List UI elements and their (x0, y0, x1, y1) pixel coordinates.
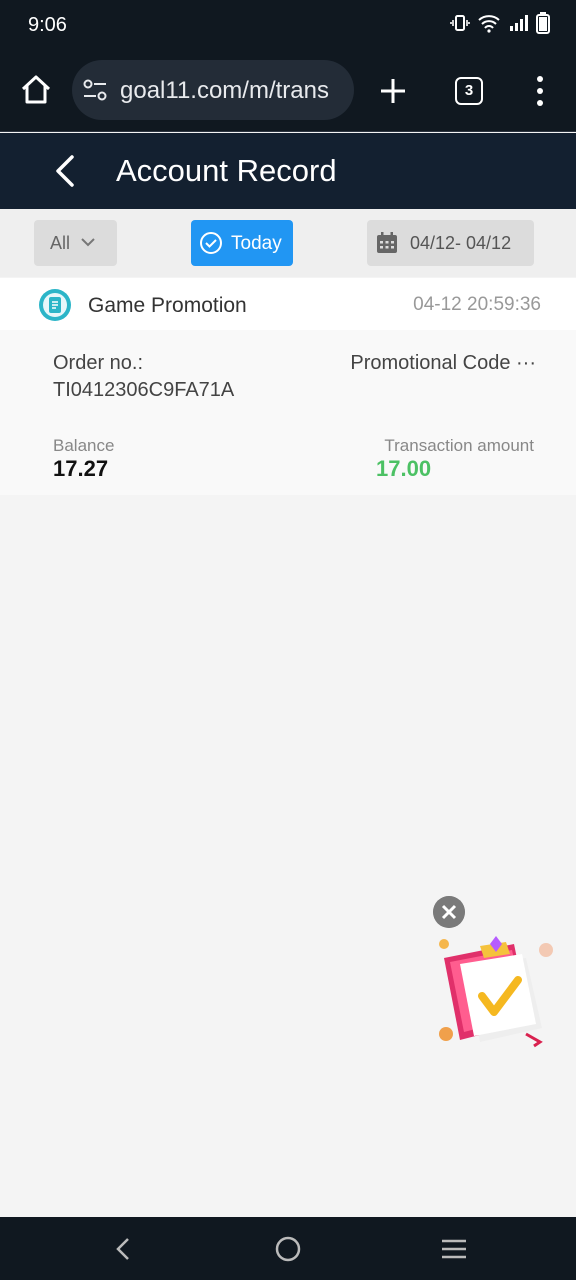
type-filter-label: All (50, 233, 71, 253)
battery-icon (536, 12, 550, 34)
date-range-picker[interactable]: 04/12- 04/12 (367, 220, 534, 266)
site-settings-icon[interactable] (82, 78, 108, 102)
more-menu-icon[interactable] (530, 74, 550, 108)
signal-icon (510, 15, 528, 31)
back-arrow-icon[interactable] (50, 153, 84, 189)
page-title: Account Record (116, 153, 337, 188)
url-bar[interactable]: goal11.com/m/trans (72, 60, 354, 120)
status-time: 9:06 (28, 14, 67, 36)
order-no-value: TI0412306C9FA71A (53, 379, 235, 401)
type-filter-dropdown[interactable]: All (34, 220, 117, 266)
nav-home-icon[interactable] (273, 1235, 303, 1263)
system-nav-bar (0, 1217, 576, 1280)
order-no-label: Order no.: (53, 352, 144, 374)
tab-switcher-button[interactable]: 3 (455, 77, 483, 105)
nav-recents-icon[interactable] (439, 1235, 469, 1263)
page-header: Account Record (0, 133, 576, 209)
calendar-icon (377, 232, 397, 253)
status-bar: 9:06 (0, 0, 576, 50)
home-icon[interactable] (18, 72, 54, 108)
check-circle-icon (200, 232, 222, 254)
floating-task-widget[interactable] (430, 896, 560, 1056)
balance-value: 17.27 (53, 456, 109, 481)
close-icon[interactable] (433, 896, 465, 928)
promotion-icon (39, 289, 71, 321)
record-time: 04-12 20:59:36 (413, 294, 541, 315)
chevron-down-icon (81, 238, 95, 247)
today-filter-label: Today (231, 233, 282, 254)
record-type: Game Promotion (88, 294, 247, 317)
filter-bar: All Today 04/12- 04/12 (0, 209, 576, 277)
balance-label: Balance (53, 436, 115, 455)
task-book-icon[interactable] (430, 936, 560, 1054)
transaction-amount-value: 17.00 (376, 456, 432, 481)
date-range-label: 04/12- 04/12 (410, 233, 512, 253)
url-text[interactable]: goal11.com/m/trans (120, 77, 346, 105)
record-details: Order no.: TI0412306C9FA71A Promotional … (0, 330, 576, 495)
browser-toolbar: goal11.com/m/trans 3 (0, 50, 576, 132)
vibrate-icon (450, 15, 470, 31)
record-header[interactable]: Game Promotion 04-12 20:59:36 (0, 278, 576, 330)
today-filter-button[interactable]: Today (191, 220, 293, 266)
transaction-amount-label: Transaction amount (384, 436, 534, 455)
record-description: Promotional Code ··· (350, 352, 536, 374)
nav-back-icon[interactable] (108, 1235, 138, 1263)
status-icons (450, 12, 550, 34)
wifi-icon (478, 15, 500, 33)
new-tab-icon[interactable] (378, 76, 408, 106)
